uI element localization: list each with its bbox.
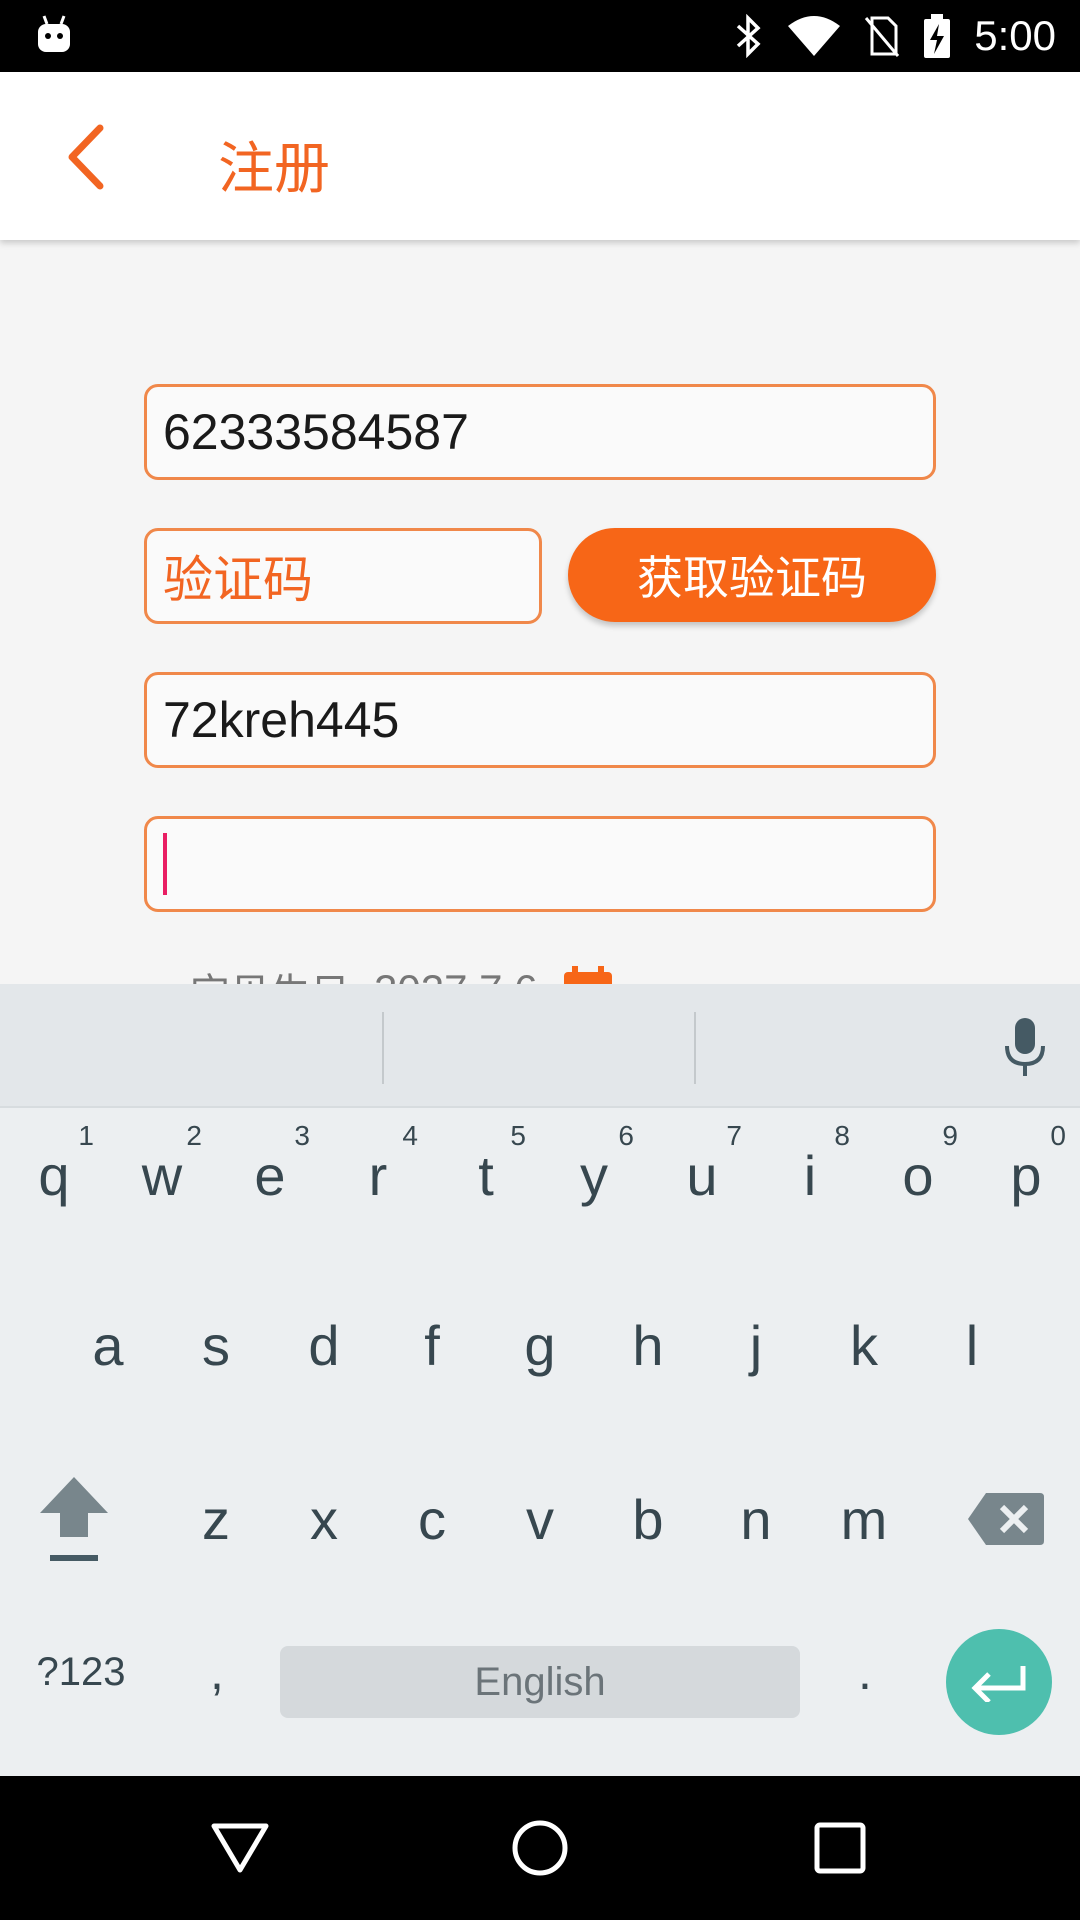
key-hint: 3 bbox=[294, 1120, 310, 1151]
key-w[interactable]: 2w bbox=[108, 1100, 216, 1250]
text-caret bbox=[163, 833, 167, 895]
key-t[interactable]: 5t bbox=[432, 1100, 540, 1250]
shift-key[interactable] bbox=[14, 1444, 134, 1594]
key-label: p bbox=[1010, 1143, 1042, 1207]
key-hint: 9 bbox=[942, 1120, 958, 1151]
verification-code-field[interactable]: 验证码 bbox=[144, 528, 542, 624]
backspace-icon bbox=[968, 1493, 1044, 1545]
key-s[interactable]: s bbox=[162, 1270, 270, 1420]
password-value: 72kreh445 bbox=[163, 692, 400, 748]
key-hint: 5 bbox=[510, 1120, 526, 1151]
navigation-bar bbox=[0, 1776, 1080, 1920]
back-triangle-icon bbox=[211, 1823, 269, 1873]
page-title: 注册 bbox=[218, 137, 330, 202]
key-e[interactable]: 3e bbox=[216, 1100, 324, 1250]
key-m[interactable]: m bbox=[810, 1444, 918, 1594]
nav-back-button[interactable] bbox=[200, 1812, 280, 1884]
battery-charging-icon bbox=[924, 14, 951, 58]
key-k[interactable]: k bbox=[810, 1270, 918, 1420]
back-button[interactable] bbox=[40, 112, 130, 202]
suggestion-divider bbox=[694, 1012, 696, 1084]
soft-keyboard: 1q2w3e4r5t6y7u8i9o0p asdfghjkl zxcvbnm ?… bbox=[0, 984, 1080, 1776]
key-label: r bbox=[368, 1143, 388, 1207]
recents-square-icon bbox=[814, 1822, 866, 1874]
key-j[interactable]: j bbox=[702, 1270, 810, 1420]
key-hint: 8 bbox=[834, 1120, 850, 1151]
suggestion-bar bbox=[0, 984, 1080, 1108]
suggestion-divider bbox=[382, 1012, 384, 1084]
key-d[interactable]: d bbox=[270, 1270, 378, 1420]
key-label: u bbox=[686, 1143, 718, 1207]
key-r[interactable]: 4r bbox=[324, 1100, 432, 1250]
key-c[interactable]: c bbox=[378, 1444, 486, 1594]
key-hint: 2 bbox=[186, 1120, 202, 1151]
key-label: i bbox=[803, 1143, 817, 1207]
nav-recents-button[interactable] bbox=[800, 1812, 880, 1884]
key-l[interactable]: l bbox=[918, 1270, 1026, 1420]
comma-key[interactable]: , bbox=[172, 1597, 262, 1747]
android-icon bbox=[38, 15, 70, 52]
key-o[interactable]: 9o bbox=[864, 1100, 972, 1250]
key-i[interactable]: 8i bbox=[756, 1100, 864, 1250]
app-bar: 注册 bbox=[0, 72, 1080, 240]
home-circle-icon bbox=[512, 1820, 568, 1876]
phone-value: 62333584587 bbox=[163, 404, 469, 460]
key-y[interactable]: 6y bbox=[540, 1100, 648, 1250]
key-label: o bbox=[902, 1143, 934, 1207]
get-code-button[interactable]: 获取验证码 bbox=[568, 528, 936, 622]
phone-field[interactable]: 62333584587 bbox=[144, 384, 936, 480]
key-p[interactable]: 0p bbox=[972, 1100, 1080, 1250]
space-key[interactable]: English bbox=[280, 1646, 800, 1718]
verification-code-placeholder: 验证码 bbox=[163, 551, 313, 609]
key-v[interactable]: v bbox=[486, 1444, 594, 1594]
key-h[interactable]: h bbox=[594, 1270, 702, 1420]
enter-key[interactable] bbox=[946, 1629, 1052, 1735]
key-g[interactable]: g bbox=[486, 1270, 594, 1420]
key-q[interactable]: 1q bbox=[0, 1100, 108, 1250]
key-label: q bbox=[38, 1143, 70, 1207]
key-x[interactable]: x bbox=[270, 1444, 378, 1594]
shift-arrow-icon bbox=[40, 1477, 108, 1561]
no-sim-icon bbox=[865, 16, 900, 57]
delete-key[interactable] bbox=[946, 1444, 1066, 1594]
chevron-left-icon bbox=[68, 124, 104, 190]
wifi-icon bbox=[788, 16, 841, 56]
confirm-password-field[interactable] bbox=[144, 816, 936, 912]
key-hint: 4 bbox=[402, 1120, 418, 1151]
key-hint: 1 bbox=[78, 1120, 94, 1151]
symbols-key[interactable]: ?123 bbox=[22, 1597, 140, 1747]
status-bar: 5:00 bbox=[0, 0, 1080, 72]
key-a[interactable]: a bbox=[54, 1270, 162, 1420]
key-z[interactable]: z bbox=[162, 1444, 270, 1594]
key-n[interactable]: n bbox=[702, 1444, 810, 1594]
microphone-icon[interactable] bbox=[1000, 1016, 1050, 1080]
key-hint: 6 bbox=[618, 1120, 634, 1151]
password-field[interactable]: 72kreh445 bbox=[144, 672, 936, 768]
key-hint: 0 bbox=[1050, 1120, 1066, 1151]
key-b[interactable]: b bbox=[594, 1444, 702, 1594]
key-label: y bbox=[580, 1143, 608, 1207]
key-label: t bbox=[478, 1143, 494, 1207]
status-time: 5:00 bbox=[974, 12, 1056, 59]
key-u[interactable]: 7u bbox=[648, 1100, 756, 1250]
enter-arrow-icon bbox=[971, 1666, 1026, 1702]
period-key[interactable]: . bbox=[820, 1597, 910, 1747]
key-label: e bbox=[254, 1143, 286, 1207]
key-label: w bbox=[141, 1143, 183, 1207]
bluetooth-icon bbox=[737, 14, 761, 58]
key-f[interactable]: f bbox=[378, 1270, 486, 1420]
key-hint: 7 bbox=[726, 1120, 742, 1151]
nav-home-button[interactable] bbox=[500, 1812, 580, 1884]
